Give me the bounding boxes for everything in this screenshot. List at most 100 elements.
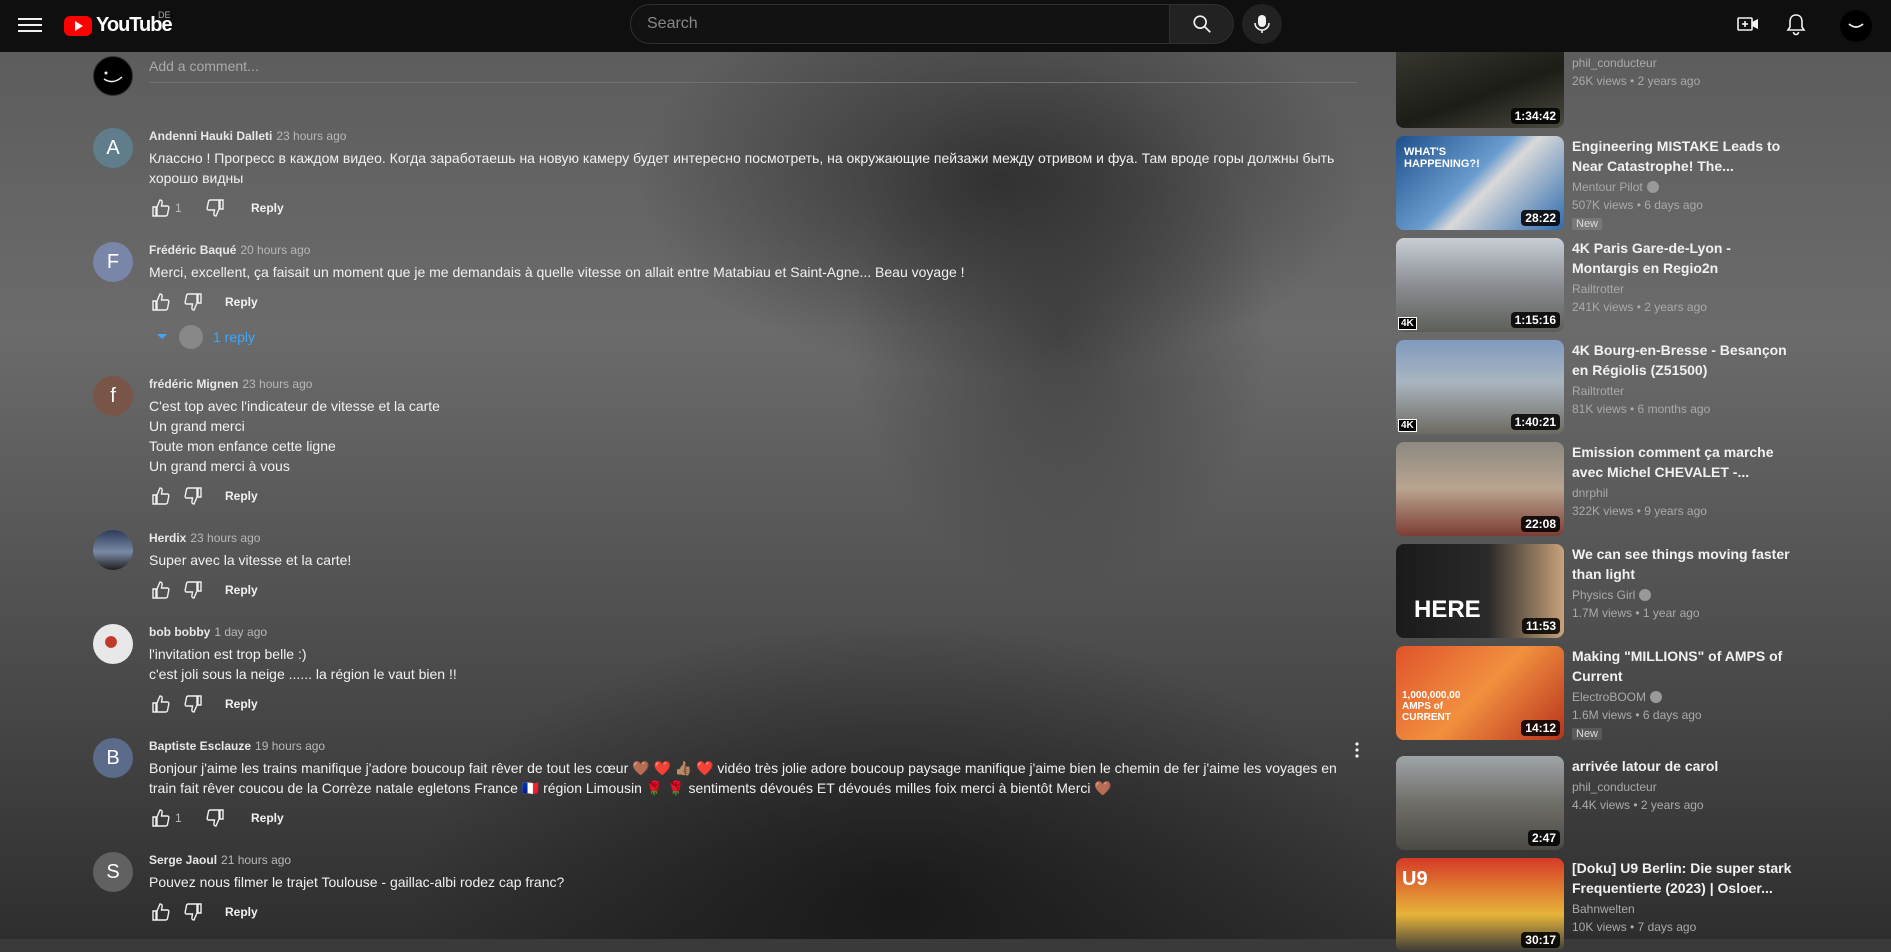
channel-name[interactable]: Railtrotter (1572, 382, 1798, 400)
reply-author-avatar (179, 325, 203, 349)
video-thumbnail[interactable]: 22:08 (1396, 442, 1564, 536)
thumbnail-text: U9 (1402, 868, 1428, 890)
more-actions-icon[interactable] (1345, 738, 1369, 762)
create-video-icon[interactable] (1736, 12, 1760, 36)
comment-time[interactable]: 1 day ago (214, 625, 267, 639)
microphone-icon (1254, 15, 1270, 33)
video-title[interactable]: 4K Paris Gare-de-Lyon - Montargis en Reg… (1572, 238, 1798, 278)
video-title[interactable]: Making "MILLIONS" of AMPS of Current (1572, 646, 1798, 686)
dislike-icon[interactable] (181, 692, 205, 716)
related-video-item[interactable]: HERE 11:53 We can see things moving fast… (1396, 544, 1798, 638)
add-comment-row: Add a comment... (93, 56, 1357, 96)
commenter-avatar[interactable]: f (93, 376, 133, 416)
comment-author[interactable]: Herdix (149, 531, 186, 545)
reply-button[interactable]: Reply (225, 905, 258, 919)
comment-actions: Reply (149, 574, 1349, 606)
dislike-icon[interactable] (181, 290, 205, 314)
reply-button[interactable]: Reply (225, 489, 258, 503)
like-icon[interactable] (149, 196, 173, 220)
dislike-icon[interactable] (181, 484, 205, 508)
related-video-item[interactable]: 4K 1:40:21 4K Bourg-en-Bresse - Besançon… (1396, 340, 1798, 434)
comment-text: l'invitation est trop belle :) c'est jol… (149, 644, 1349, 684)
comment-time[interactable]: 19 hours ago (255, 739, 325, 753)
related-video-item[interactable]: U9 30:17 [Doku] U9 Berlin: Die super sta… (1396, 858, 1798, 952)
commenter-avatar[interactable]: A (93, 128, 133, 168)
video-title[interactable]: 4K Bourg-en-Bresse - Besançon en Régioli… (1572, 340, 1798, 380)
video-thumbnail[interactable]: HERE 11:53 (1396, 544, 1564, 638)
comment-time[interactable]: 23 hours ago (190, 531, 260, 545)
reply-button[interactable]: Reply (251, 201, 284, 215)
video-thumbnail[interactable]: U9 30:17 (1396, 858, 1564, 952)
comment-line: c'est joli sous la neige ...... la régio… (149, 666, 457, 682)
dislike-icon[interactable] (203, 806, 227, 830)
verified-check-icon (1646, 181, 1659, 193)
dislike-icon[interactable] (203, 196, 227, 220)
reply-button[interactable]: Reply (225, 295, 258, 309)
channel-name[interactable]: Railtrotter (1572, 280, 1798, 298)
comment-author[interactable]: Andenni Hauki Dalleti (149, 129, 272, 143)
channel-name[interactable]: ElectroBOOM (1572, 688, 1646, 706)
video-thumbnail[interactable]: 1,000,000,00 AMPS of CURRENT 14:12 (1396, 646, 1564, 740)
reply-button[interactable]: Reply (225, 697, 258, 711)
video-thumbnail[interactable]: WHAT'S HAPPENING?! 28:22 (1396, 136, 1564, 230)
like-icon[interactable] (149, 578, 173, 602)
like-icon[interactable] (149, 806, 173, 830)
channel-name[interactable]: dnrphil (1572, 484, 1798, 502)
comment-author[interactable]: bob bobby (149, 625, 210, 639)
video-thumbnail[interactable]: 4K 1:15:16 (1396, 238, 1564, 332)
channel-name[interactable]: Bahnwelten (1572, 900, 1798, 918)
notifications-bell-icon[interactable] (1784, 12, 1808, 36)
new-badge: New (1572, 728, 1603, 740)
commenter-avatar[interactable]: F (93, 242, 133, 282)
related-video-item[interactable]: WHAT'S HAPPENING?! 28:22 Engineering MIS… (1396, 136, 1798, 230)
video-title[interactable]: [Doku] U9 Berlin: Die super stark Freque… (1572, 858, 1798, 898)
channel-name[interactable]: phil_conducteur (1572, 54, 1798, 72)
commenter-avatar[interactable] (93, 624, 133, 664)
commenter-avatar[interactable]: S (93, 852, 133, 892)
related-video-item[interactable]: 2:47 arrivée latour de carol phil_conduc… (1396, 756, 1798, 850)
video-thumbnail[interactable]: 2:47 (1396, 756, 1564, 850)
account-avatar[interactable] (1840, 10, 1872, 42)
comment-time[interactable]: 20 hours ago (240, 243, 310, 257)
video-title[interactable]: Emission comment ça marche avec Michel C… (1572, 442, 1798, 482)
search-button[interactable] (1170, 4, 1234, 44)
channel-name[interactable]: Physics Girl (1572, 586, 1635, 604)
comment-time[interactable]: 23 hours ago (276, 129, 346, 143)
channel-name[interactable]: Mentour Pilot (1572, 178, 1643, 196)
video-title[interactable]: We can see things moving faster than lig… (1572, 544, 1798, 584)
comment-author[interactable]: Frédéric Baqué (149, 243, 236, 257)
voice-search-button[interactable] (1242, 4, 1282, 44)
related-video-item[interactable]: 22:08 Emission comment ça marche avec Mi… (1396, 442, 1798, 536)
like-icon[interactable] (149, 900, 173, 924)
comment-time[interactable]: 21 hours ago (221, 853, 291, 867)
comment-time[interactable]: 23 hours ago (242, 377, 312, 391)
like-count: 1 (175, 201, 182, 215)
dislike-icon[interactable] (181, 900, 205, 924)
4k-badge: 4K (1398, 317, 1417, 330)
video-meta: 507K views • 6 days ago (1572, 198, 1703, 212)
dislike-icon[interactable] (181, 578, 205, 602)
add-comment-input[interactable]: Add a comment... (149, 56, 1357, 83)
commenter-avatar[interactable] (93, 530, 133, 570)
comment-author[interactable]: frédéric Mignen (149, 377, 238, 391)
video-thumbnail[interactable]: 4K 1:40:21 (1396, 340, 1564, 434)
channel-name[interactable]: phil_conducteur (1572, 778, 1798, 796)
comment-author[interactable]: Serge Jaoul (149, 853, 217, 867)
related-video-item[interactable]: 4K 1:15:16 4K Paris Gare-de-Lyon - Monta… (1396, 238, 1798, 332)
menu-icon[interactable] (18, 14, 42, 38)
video-title[interactable]: arrivée latour de carol (1572, 756, 1798, 776)
reply-button[interactable]: Reply (251, 811, 284, 825)
youtube-logo[interactable]: YouTube (64, 14, 173, 37)
like-icon[interactable] (149, 484, 173, 508)
view-replies-button[interactable]: 1 reply (149, 320, 1349, 354)
comment-author[interactable]: Baptiste Esclauze (149, 739, 251, 753)
like-icon[interactable] (149, 692, 173, 716)
search-input[interactable] (645, 14, 1155, 34)
related-video-item[interactable]: 1,000,000,00 AMPS of CURRENT 14:12 Makin… (1396, 646, 1798, 740)
commenter-avatar[interactable]: B (93, 738, 133, 778)
video-title[interactable]: Engineering MISTAKE Leads to Near Catast… (1572, 136, 1798, 176)
like-icon[interactable] (149, 290, 173, 314)
comment-text: Super avec la vitesse et la carte! (149, 550, 1349, 570)
video-meta: 1.7M views • 1 year ago (1572, 606, 1700, 620)
reply-button[interactable]: Reply (225, 583, 258, 597)
